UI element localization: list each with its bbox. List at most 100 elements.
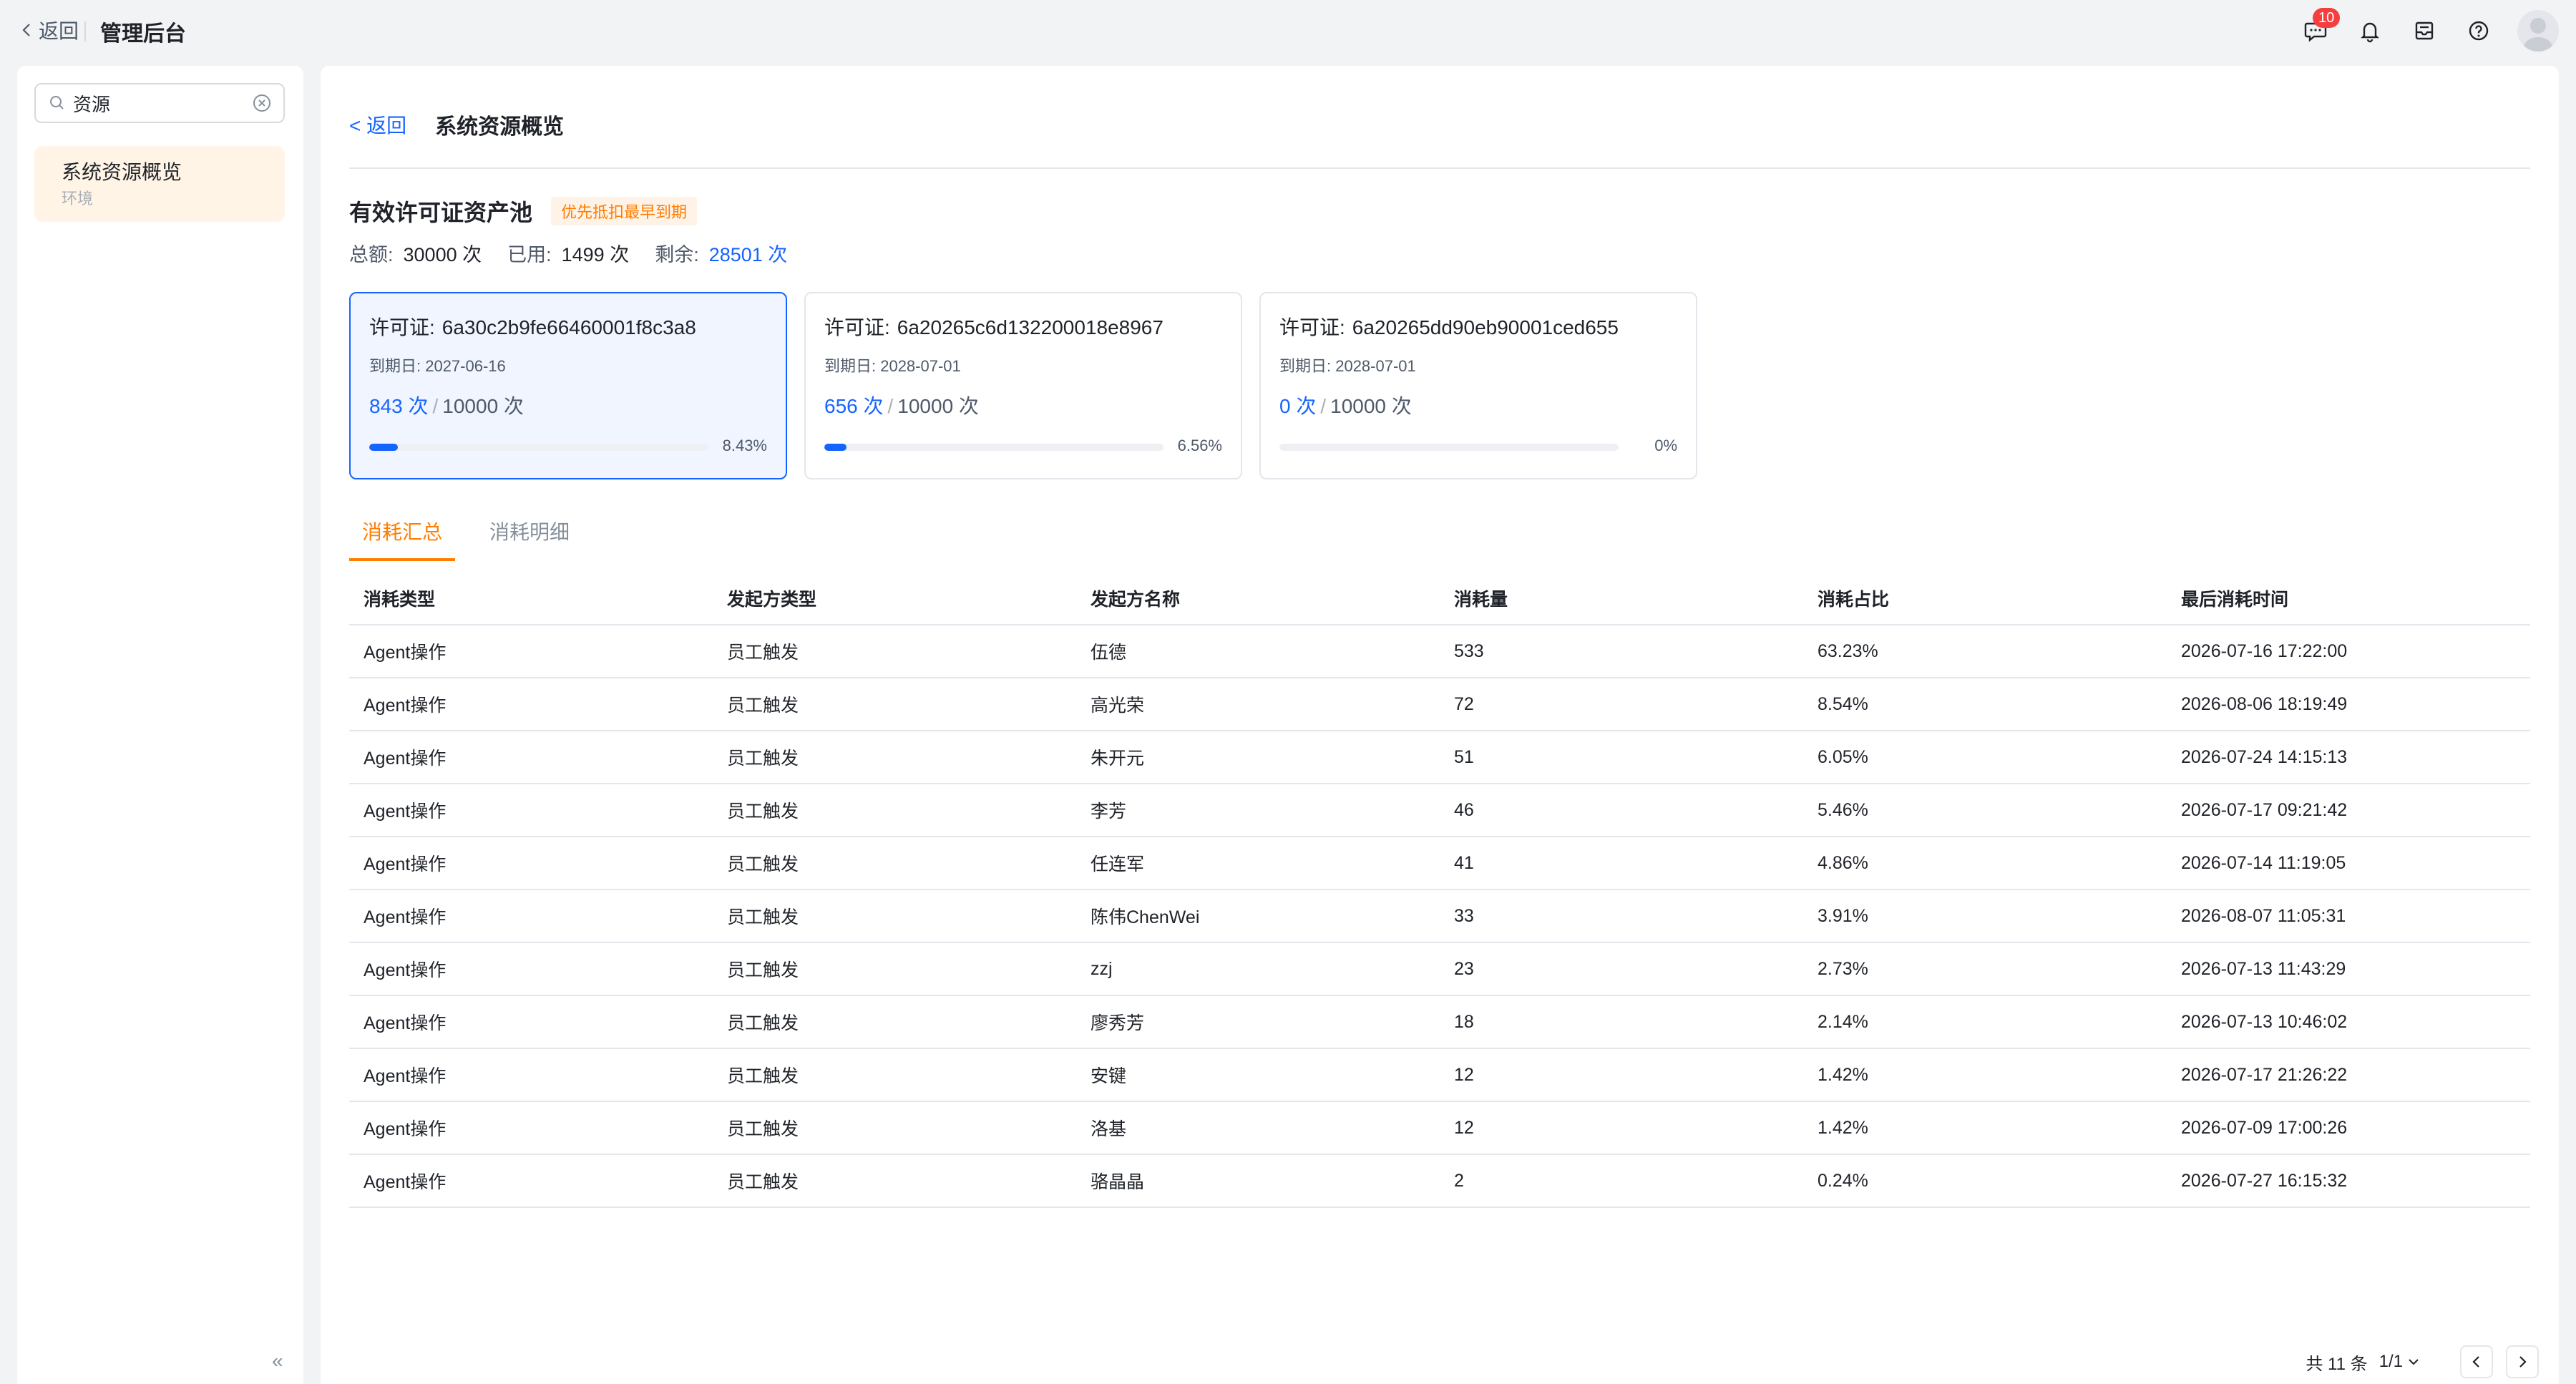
license-percent: 0% (1654, 437, 1677, 454)
license-usage: 656 次/10000 次 (824, 391, 979, 419)
license-id: 6a20265dd90eb90001ced655 (1352, 316, 1619, 338)
remain-label: 剩余: (655, 244, 699, 265)
table-cell: 0.24% (1803, 1154, 2167, 1208)
table-cell: 18 (1440, 995, 1803, 1049)
table-cell: 41 (1440, 837, 1803, 890)
table-cell: 4.86% (1803, 837, 2167, 890)
sidebar-item-resource-overview[interactable]: 系统资源概览 环境 (34, 146, 285, 222)
license-card[interactable]: 许可证: 6a30c2b9fe66460001f8c3a8 到期日: 2027-0… (349, 292, 787, 479)
table-cell: 廖秀芳 (1076, 995, 1440, 1049)
sidebar-item-label: 系统资源概览 (62, 161, 182, 183)
table-cell: 2026-07-13 10:46:02 (2167, 995, 2530, 1049)
table-cell: Agent操作 (349, 784, 713, 837)
column-header: 发起方类型 (713, 572, 1076, 625)
inbox-icon (2415, 21, 2434, 40)
clear-icon[interactable] (250, 92, 273, 114)
inbox-button[interactable] (2406, 12, 2443, 49)
table-row: Agent操作 员工触发 高光荣 72 8.54% 2026-08-06 18:19:49 (349, 678, 2530, 731)
page-header: < 返回 系统资源概览 (349, 109, 564, 140)
table-cell: 骆晶晶 (1076, 1154, 1440, 1208)
column-header: 消耗类型 (349, 572, 713, 625)
chevron-down-icon (2409, 1359, 2419, 1365)
divider (84, 21, 86, 42)
tab-consumption-summary[interactable]: 消耗汇总 (349, 510, 456, 561)
total-value: 30000 次 (403, 244, 482, 265)
message-button[interactable]: 10 (2297, 8, 2341, 49)
license-card[interactable]: 许可证: 6a20265dd90eb90001ced655 到期日: 2028-0… (1259, 292, 1697, 479)
page-selector[interactable]: 1/1 (2379, 1352, 2421, 1372)
back-link[interactable]: < 返回 (349, 110, 406, 139)
pool-stats: 总额: 30000 次 已用: 1499 次 剩余: 28501 次 (349, 239, 813, 267)
table-cell: 2.14% (1803, 995, 2167, 1049)
top-back-button[interactable]: 返回 (19, 16, 79, 44)
avatar[interactable] (2517, 10, 2559, 52)
table-cell: 陈伟ChenWei (1076, 890, 1440, 943)
license-title-label: 许可证: (1279, 316, 1345, 338)
table-cell: Agent操作 (349, 837, 713, 890)
table-cell: 51 (1440, 731, 1803, 784)
top-actions: 10 (2280, 8, 2559, 52)
pool-tag: 优先抵扣最早到期 (551, 197, 698, 225)
table-row: Agent操作 员工触发 朱开元 51 6.05% 2026-07-24 14:15:13 (349, 731, 2530, 784)
table-cell: 高光荣 (1076, 678, 1440, 731)
main-panel: < 返回 系统资源概览 有效许可证资产池 优先抵扣最早到期 总额: 30000 … (321, 66, 2559, 1384)
table-cell: Agent操作 (349, 942, 713, 996)
license-sep: / (432, 395, 439, 417)
search-input[interactable] (72, 91, 239, 115)
table-cell: 朱开元 (1076, 731, 1440, 784)
table-cell: Agent操作 (349, 625, 713, 678)
pagination: 共 11 条 1/1 (2306, 1345, 2539, 1378)
pagination-total: 共 11 条 (2306, 1354, 2368, 1374)
license-sep: / (887, 395, 894, 417)
pool-header: 有效许可证资产池 优先抵扣最早到期 (349, 195, 698, 228)
table-cell: 2026-07-13 11:43:29 (2167, 942, 2530, 996)
table-cell: 洛基 (1076, 1101, 1440, 1155)
table-cell: 任连军 (1076, 837, 1440, 890)
consumption-table: 消耗类型 发起方类型 发起方名称 消耗量 消耗占比 最后消耗时间 Agent操作… (349, 572, 2530, 1208)
table-cell: 72 (1440, 678, 1803, 731)
notification-button[interactable] (2351, 12, 2389, 49)
license-title-label: 许可证: (824, 316, 890, 338)
table-row: Agent操作 员工触发 李芳 46 5.46% 2026-07-17 09:21:42 (349, 784, 2530, 837)
table-cell: 2.73% (1803, 942, 2167, 996)
prev-page-button[interactable] (2460, 1345, 2493, 1378)
license-progress-bar (1279, 444, 1619, 451)
license-title: 许可证: 6a30c2b9fe66460001f8c3a8 (369, 312, 696, 341)
chevron-right-icon (2519, 1356, 2527, 1368)
next-page-button[interactable] (2506, 1345, 2539, 1378)
table-cell: 2026-07-09 17:00:26 (2167, 1101, 2530, 1155)
table-cell: Agent操作 (349, 890, 713, 943)
license-used: 843 次 (369, 395, 429, 417)
license-total: 10000 次 (897, 395, 979, 417)
table-cell: 员工触发 (713, 1048, 1076, 1102)
table-cell: Agent操作 (349, 731, 713, 784)
license-card[interactable]: 许可证: 6a20265c6d132200018e8967 到期日: 2028-0… (804, 292, 1242, 479)
table-cell: 63.23% (1803, 625, 2167, 678)
help-button[interactable] (2460, 12, 2497, 49)
table-cell: Agent操作 (349, 995, 713, 1049)
divider (349, 167, 2530, 169)
license-percent: 6.56% (1177, 437, 1222, 454)
table-header-row: 消耗类型 发起方类型 发起方名称 消耗量 消耗占比 最后消耗时间 (349, 572, 2530, 625)
sidebar-search (34, 83, 285, 123)
table-cell: 33 (1440, 890, 1803, 943)
chevron-left-icon (2472, 1356, 2479, 1368)
question-circle-icon (2469, 21, 2489, 41)
column-header: 发起方名称 (1076, 572, 1440, 625)
page-title: 系统资源概览 (435, 115, 565, 139)
table-cell: zzj (1076, 942, 1440, 996)
collapse-sidebar-button[interactable]: « (272, 1350, 283, 1373)
table-row: Agent操作 员工触发 陈伟ChenWei 33 3.91% 2026-08-07 11… (349, 890, 2530, 943)
license-total: 10000 次 (1330, 395, 1412, 417)
table-cell: 2026-07-17 09:21:42 (2167, 784, 2530, 837)
table-cell: 1.42% (1803, 1048, 2167, 1102)
pool-title: 有效许可证资产池 (349, 200, 533, 225)
table-cell: 1.42% (1803, 1101, 2167, 1155)
tab-consumption-detail[interactable]: 消耗明细 (477, 510, 582, 561)
page-info: 1/1 (2379, 1352, 2403, 1371)
chevron-left-icon (22, 24, 30, 36)
license-id: 6a30c2b9fe66460001f8c3a8 (441, 316, 696, 338)
license-title-label: 许可证: (369, 316, 435, 338)
message-badge: 10 (2313, 8, 2341, 28)
column-header: 最后消耗时间 (2167, 572, 2530, 625)
